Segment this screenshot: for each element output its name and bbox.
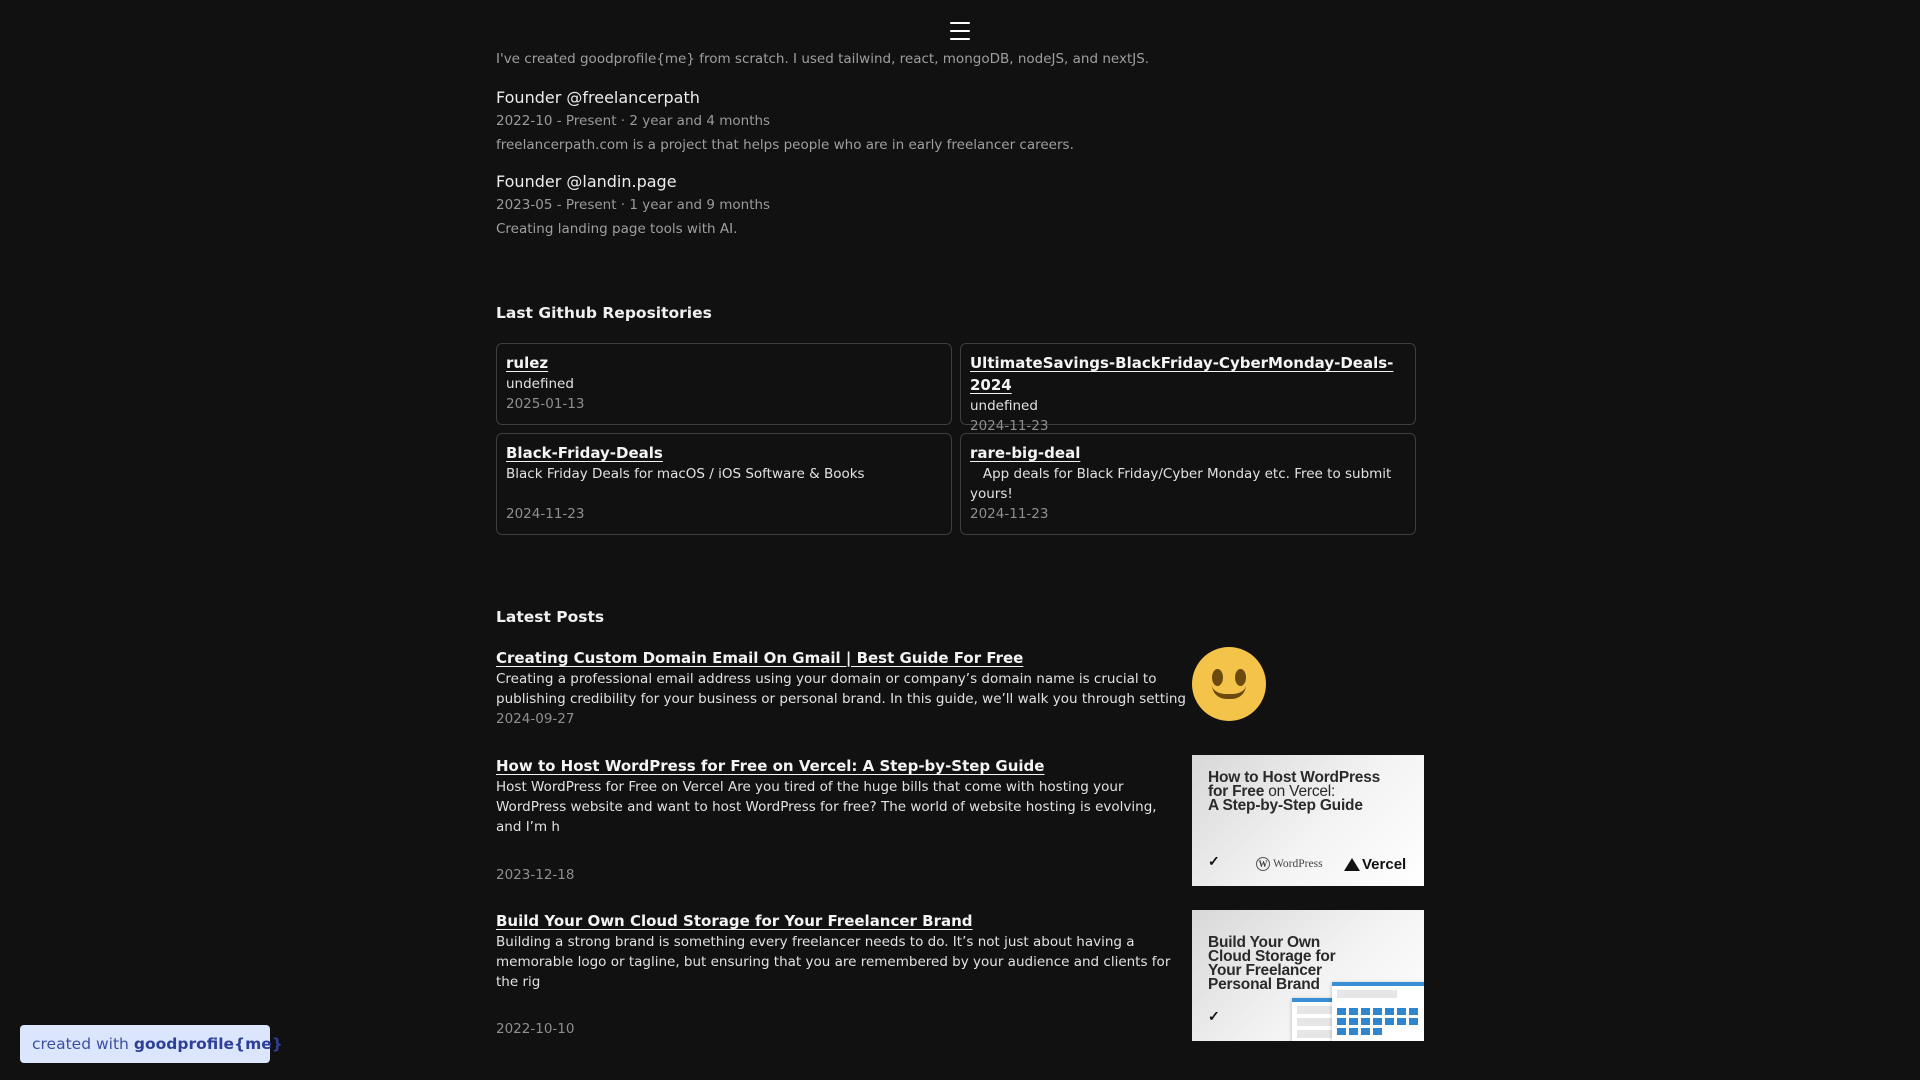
repos-section-title: Last Github Repositories	[496, 304, 712, 322]
badge-brand: goodprofile{me}	[133, 1035, 283, 1053]
cover-title: How to Host WordPress for Free on Vercel…	[1208, 770, 1380, 814]
menu-line	[950, 38, 970, 40]
experience-title: Founder @freelancerpath	[496, 88, 700, 107]
repo-date: 2024-11-23	[970, 506, 1049, 522]
repo-description: App deals for Black Friday/Cyber Monday …	[970, 466, 1396, 502]
mockup-row	[1297, 1006, 1333, 1014]
post-title-link[interactable]: Build Your Own Cloud Storage for Your Fr…	[496, 910, 973, 932]
created-with-badge[interactable]: created with goodprofile{me}	[20, 1025, 283, 1063]
intro-text: I've created goodprofile{me} from scratc…	[496, 51, 1150, 67]
post-item: How to Host WordPress for Free on Vercel…	[496, 755, 1424, 895]
emoji-eye	[1212, 669, 1223, 686]
post-item: Build Your Own Cloud Storage for Your Fr…	[496, 910, 1424, 1050]
post-title-link[interactable]: Creating Custom Domain Email On Gmail | …	[496, 647, 1023, 669]
hamburger-menu-icon[interactable]	[950, 22, 970, 40]
experience-period: 2023-05 - Present · 1 year and 9 months	[496, 197, 771, 213]
cover-title-line: A Step-by-Step Guide	[1208, 797, 1363, 814]
menu-line	[950, 30, 970, 32]
vercel-wordmark: Vercel	[1362, 856, 1407, 873]
repo-description: undefined	[506, 376, 574, 392]
emoji-eye	[1235, 669, 1246, 686]
post-excerpt: Creating a professional email address us…	[496, 671, 1186, 707]
repo-card: UltimateSavings-BlackFriday-CyberMonday-…	[960, 343, 1416, 434]
post-date: 2024-09-27	[496, 711, 575, 727]
repo-name-link[interactable]: UltimateSavings-BlackFriday-CyberMonday-…	[970, 352, 1406, 396]
experience-description: Creating landing page tools with AI.	[496, 221, 738, 237]
experience-description: freelancerpath.com is a project that hel…	[496, 137, 1074, 153]
desktop-mockup	[1332, 982, 1424, 1041]
repo-description: undefined	[970, 398, 1038, 414]
post-title-link[interactable]: How to Host WordPress for Free on Vercel…	[496, 755, 1044, 777]
experience-title: Founder @landin.page	[496, 172, 677, 191]
post-thumbnail[interactable]: Build Your Own Cloud Storage for Your Fr…	[1192, 910, 1424, 1041]
repo-description: Black Friday Deals for macOS / iOS Softw…	[506, 466, 865, 482]
repo-card: rare-big-deal App deals for Black Friday…	[960, 433, 1416, 535]
repo-name-link[interactable]: rulez	[506, 352, 548, 374]
emoji-mouth	[1212, 685, 1246, 699]
experience-period: 2022-10 - Present · 2 year and 4 months	[496, 113, 771, 129]
repo-card: rulez undefined 2025-01-13	[496, 343, 952, 425]
post-excerpt: Building a strong brand is something eve…	[496, 934, 1171, 990]
post-thumbnail[interactable]	[1192, 647, 1266, 721]
cover-title-line: Personal Brand	[1208, 976, 1320, 993]
menu-line	[950, 22, 970, 24]
post-date: 2023-12-18	[496, 867, 575, 883]
vercel-logo: Vercel	[1344, 856, 1406, 873]
checkmark-logo-icon: ✓	[1208, 853, 1220, 869]
post-excerpt: Host WordPress for Free on Vercel Are yo…	[496, 779, 1157, 835]
posts-section-title: Latest Posts	[496, 608, 605, 626]
mockup-row	[1297, 1030, 1333, 1038]
cloud-storage-cover-image: Build Your Own Cloud Storage for Your Fr…	[1192, 910, 1424, 1041]
checkmark-logo-icon: ✓	[1208, 1008, 1220, 1024]
badge-prefix: created with	[32, 1035, 129, 1053]
cover-title: Build Your Own Cloud Storage for Your Fr…	[1208, 935, 1336, 993]
repo-name-link[interactable]: Black-Friday-Deals	[506, 442, 663, 464]
post-date: 2022-10-10	[496, 1021, 575, 1037]
repo-date: 2024-11-23	[506, 506, 585, 522]
mockup-row	[1297, 1018, 1333, 1026]
experience-item: Founder @freelancerpath 2022-10 - Presen…	[496, 87, 1074, 156]
wordpress-vercel-cover-image: How to Host WordPress for Free on Vercel…	[1192, 755, 1424, 886]
experience-item: Founder @landin.page 2023-05 - Present ·…	[496, 171, 770, 240]
wordpress-logo: W WordPress	[1256, 857, 1323, 871]
smiling-face-emoji-icon	[1192, 647, 1266, 721]
repo-date: 2025-01-13	[506, 396, 585, 412]
mockup-row	[1337, 990, 1397, 998]
repo-card: Black-Friday-Deals Black Friday Deals fo…	[496, 433, 952, 535]
wordpress-icon: W	[1256, 857, 1270, 871]
post-item: Creating Custom Domain Email On Gmail | …	[496, 647, 1424, 747]
mockup-bar	[1332, 982, 1424, 986]
repo-name-link[interactable]: rare-big-deal	[970, 442, 1080, 464]
vercel-triangle-icon	[1344, 858, 1360, 871]
mockup-folders	[1332, 1002, 1424, 1041]
post-thumbnail[interactable]: How to Host WordPress for Free on Vercel…	[1192, 755, 1424, 886]
wordpress-wordmark: WordPress	[1273, 858, 1323, 870]
